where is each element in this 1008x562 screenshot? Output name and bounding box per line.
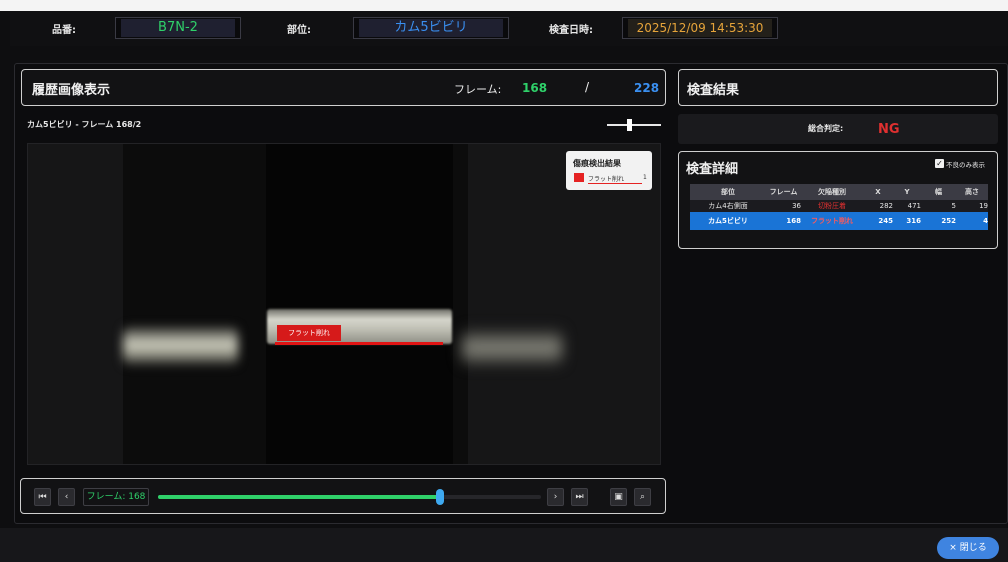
legend-item-label: フラット削れ <box>588 174 642 184</box>
col-type: 欠陥種別 <box>818 188 846 196</box>
overall-value: NG <box>878 122 900 137</box>
legend-title: 傷痕検出結果 <box>573 159 621 168</box>
cell-x: 282 <box>879 202 893 210</box>
col-w: 幅 <box>935 188 942 196</box>
frame-slider[interactable] <box>158 489 541 505</box>
zoom-slider-thumb[interactable] <box>627 119 632 131</box>
defect-only-label: 不良のみ表示 <box>946 161 985 169</box>
details-table: 部位 フレーム 欠陥種別 X Y 幅 高さ カム4右側面 36 切粉圧着 282… <box>690 184 988 230</box>
datetime-label: 検査日時: <box>549 25 593 36</box>
image-left-highlight <box>123 327 238 365</box>
playback-controls: ⏮ ‹ フレーム: 168 › ⏭ ▣ ⌕ <box>20 478 666 514</box>
cell-w: 5 <box>951 202 956 210</box>
frame-slider-thumb[interactable] <box>436 489 445 505</box>
history-title: 履歴画像表示 <box>32 83 111 98</box>
col-frame: フレーム <box>769 188 798 196</box>
overall-judgement-row: 総合判定: NG <box>678 114 998 144</box>
zoom-slider[interactable] <box>607 119 661 131</box>
cell-frame: 168 <box>786 217 801 225</box>
zoom-slider-track <box>607 124 661 126</box>
part-no-value: B7N-2 <box>121 19 235 37</box>
legend-item-count: 1 <box>643 174 647 181</box>
top-strip <box>0 0 1008 11</box>
frame-display: フレーム: 168 <box>83 488 149 506</box>
table-header: 部位 フレーム 欠陥種別 X Y 幅 高さ <box>690 184 988 200</box>
skip-first-icon[interactable]: ⏮ <box>34 488 51 506</box>
location-field: カム5ビビリ <box>353 17 509 39</box>
frame-total: 228 <box>634 81 660 95</box>
frame-slider-fill <box>158 495 441 499</box>
result-title-bar: 検査結果 <box>678 69 998 106</box>
result-title: 検査結果 <box>687 83 740 98</box>
image-subtitle: カム5ビビリ - フレーム 168/2 <box>27 120 142 129</box>
skip-last-icon[interactable]: ⏭ <box>571 488 588 506</box>
table-row[interactable]: カム4右側面 36 切粉圧着 282 471 5 19 <box>690 200 988 212</box>
col-y: Y <box>904 188 910 196</box>
header-bar: 品番: B7N-2 部位: カム5ビビリ 検査日時: 2025/12/09 14… <box>10 11 1008 46</box>
details-title: 検査詳細 <box>686 162 739 177</box>
history-title-bar: 履歴画像表示 フレーム: 168 / 228 <box>21 69 666 106</box>
col-part: 部位 <box>721 188 735 196</box>
cell-y: 316 <box>906 217 921 225</box>
defect-only-checkbox[interactable]: ✓ <box>935 159 944 168</box>
zoom-icon[interactable]: ⌕ <box>634 488 651 506</box>
location-label: 部位: <box>287 25 311 36</box>
cell-type: 切粉圧着 <box>818 202 846 210</box>
cell-w: 252 <box>941 217 956 225</box>
prev-icon[interactable]: ‹ <box>58 488 75 506</box>
frame-separator: / <box>585 80 590 94</box>
detection-legend: 傷痕検出結果 フラット削れ 1 <box>566 151 652 190</box>
next-icon[interactable]: › <box>547 488 564 506</box>
cell-h: 4 <box>983 217 988 225</box>
overall-label: 総合判定: <box>808 124 844 133</box>
col-x: X <box>875 188 881 196</box>
fit-icon[interactable]: ▣ <box>610 488 627 506</box>
cell-part: カム5ビビリ <box>708 217 748 225</box>
defect-label: フラット削れ <box>277 325 341 341</box>
location-value: カム5ビビリ <box>359 19 503 37</box>
part-no-field: B7N-2 <box>115 17 241 39</box>
image-right-highlight <box>462 330 562 364</box>
cell-frame: 36 <box>792 202 801 210</box>
cell-h: 19 <box>979 202 988 210</box>
part-no-label: 品番: <box>52 25 76 36</box>
datetime-value: 2025/12/09 14:53:30 <box>628 19 772 37</box>
close-button[interactable]: × 閉じる <box>937 537 999 559</box>
image-center-region <box>266 144 453 464</box>
cell-y: 471 <box>907 202 921 210</box>
frame-current: 168 <box>522 81 548 95</box>
defect-line <box>275 342 443 345</box>
cell-x: 245 <box>878 217 893 225</box>
cell-type: フラット削れ <box>811 217 853 225</box>
frame-label: フレーム: <box>454 83 502 96</box>
legend-swatch <box>574 173 584 182</box>
col-h: 高さ <box>965 188 979 196</box>
cell-part: カム4右側面 <box>708 202 748 210</box>
datetime-field: 2025/12/09 14:53:30 <box>622 17 778 39</box>
footer-bar <box>0 528 1008 562</box>
inspection-image[interactable]: フラット削れ <box>27 143 661 465</box>
table-row-selected[interactable]: カム5ビビリ 168 フラット削れ 245 316 252 4 <box>690 212 988 230</box>
